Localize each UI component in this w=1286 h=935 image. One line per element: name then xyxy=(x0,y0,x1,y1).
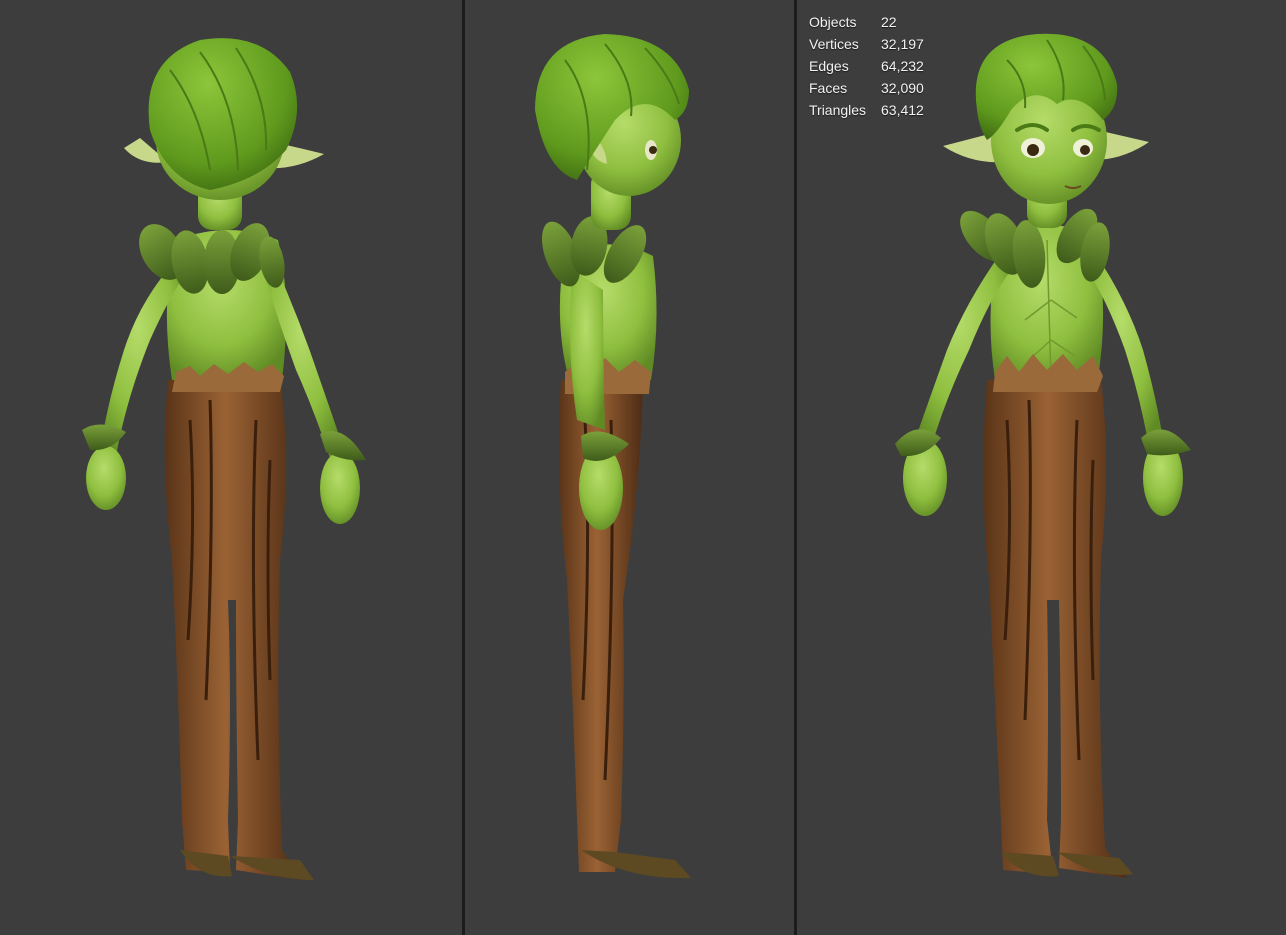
stat-value: 64,232 xyxy=(881,58,924,74)
viewport-front[interactable]: Objects 22 Vertices 32,197 Edges 64,232 … xyxy=(797,0,1286,935)
stat-label: Triangles xyxy=(809,102,867,118)
scene-statistics-overlay: Objects 22 Vertices 32,197 Edges 64,232 … xyxy=(809,13,924,119)
viewport-area: Objects 22 Vertices 32,197 Edges 64,232 … xyxy=(0,0,1286,935)
stat-label: Vertices xyxy=(809,36,859,52)
stat-label: Faces xyxy=(809,80,848,96)
stat-label: Edges xyxy=(809,58,849,74)
bark-legs xyxy=(164,380,300,880)
character-model-front xyxy=(895,33,1191,878)
stat-value: 32,090 xyxy=(881,80,924,96)
stat-value: 22 xyxy=(881,14,897,30)
character-model-side xyxy=(535,34,691,879)
stat-value: 32,197 xyxy=(881,36,924,52)
viewport-side[interactable] xyxy=(465,0,794,935)
arm xyxy=(569,270,605,430)
viewport-back[interactable] xyxy=(0,0,462,935)
stat-value: 63,412 xyxy=(881,102,924,118)
stat-label: Objects xyxy=(809,14,857,30)
character-model-back xyxy=(82,38,366,880)
